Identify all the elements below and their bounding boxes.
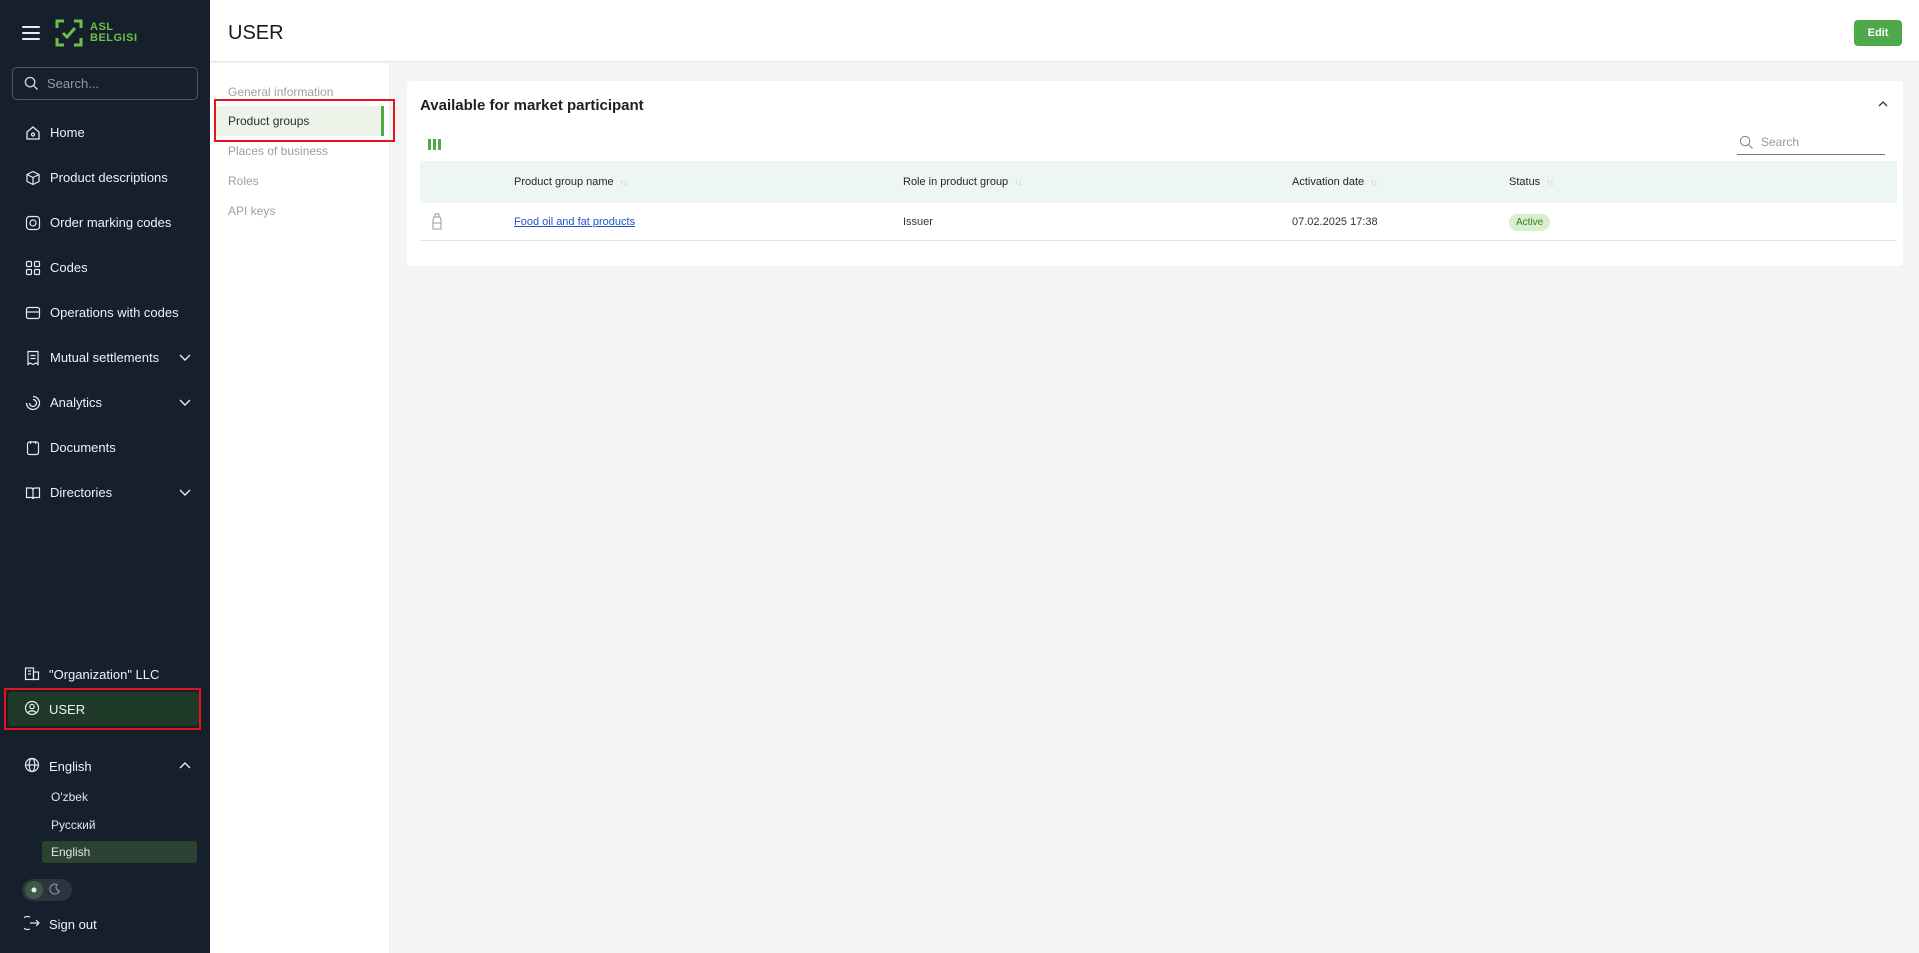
table-row[interactable]: Food oil and fat products Issuer 07.02.2… <box>420 203 1897 241</box>
sidebar-item-label: Order marking codes <box>50 215 172 230</box>
search-icon <box>1739 135 1753 149</box>
tab-places-of-business[interactable]: Places of business <box>216 136 384 166</box>
receipt-icon <box>24 349 41 366</box>
language-option-russian[interactable]: Русский <box>42 814 197 836</box>
sidebar-item-user[interactable]: USER <box>8 692 199 726</box>
column-header-role[interactable]: Role in product group ↑↓ <box>903 161 1022 203</box>
page-header: USER Edit <box>210 0 1919 62</box>
product-group-link[interactable]: Food oil and fat products <box>514 216 635 228</box>
column-header-status[interactable]: Status ↑↓ <box>1509 161 1554 203</box>
codes-icon <box>24 259 41 276</box>
sidebar-item-label: Operations with codes <box>50 305 179 320</box>
sign-out-button[interactable]: Sign out <box>0 907 210 941</box>
sidebar-item-order-marking-codes[interactable]: Order marking codes <box>0 200 210 245</box>
cell-status: Active <box>1509 203 1551 241</box>
table-header: Product group name ↑↓ Role in product gro… <box>420 161 1897 203</box>
user-icon <box>24 700 40 719</box>
sort-icon[interactable]: ↑↓ <box>620 177 628 187</box>
column-header-label: Activation date <box>1292 176 1365 188</box>
column-header-activation-date[interactable]: Activation date ↑↓ <box>1292 161 1378 203</box>
language-selector[interactable]: English <box>0 749 210 783</box>
document-icon <box>24 439 41 456</box>
sign-out-label: Sign out <box>49 916 97 932</box>
sidebar-item-label: Home <box>50 125 85 140</box>
sidebar-item-codes[interactable]: Codes <box>0 245 210 290</box>
cell-activation-date: 07.02.2025 17:38 <box>1292 216 1378 228</box>
sidebar-item-label: Analytics <box>50 395 103 410</box>
table-search-input[interactable] <box>1761 135 1879 149</box>
organization-name: "Organization" LLC <box>49 666 160 682</box>
sidebar-item-label: Documents <box>50 440 116 455</box>
tab-general-information[interactable]: General information <box>216 77 384 107</box>
sidebar-item-operations-with-codes[interactable]: Operations with codes <box>0 290 210 335</box>
box-icon <box>24 169 41 186</box>
sidebar-nav: Home Product descriptions Order marking … <box>0 110 210 515</box>
tab-api-keys[interactable]: API keys <box>216 196 384 226</box>
sidebar-item-product-descriptions[interactable]: Product descriptions <box>0 155 210 200</box>
sidebar-item-label: Codes <box>50 260 88 275</box>
sidebar: ASL BELGISI Home Product descriptions Or… <box>0 0 210 953</box>
chevron-down-icon[interactable] <box>178 485 192 499</box>
language-current: English <box>49 758 92 774</box>
tab-product-groups[interactable]: Product groups <box>216 106 384 136</box>
home-icon <box>24 124 41 141</box>
globe-icon <box>24 757 40 776</box>
qr-order-icon <box>24 214 41 231</box>
edit-button[interactable]: Edit <box>1854 20 1902 46</box>
operations-icon <box>24 304 41 321</box>
column-header-product-group-name[interactable]: Product group name ↑↓ <box>514 161 628 203</box>
column-header-label: Status <box>1509 176 1541 188</box>
column-header-label: Product group name <box>514 176 614 188</box>
card-title: Available for market participant <box>420 97 644 114</box>
moon-icon <box>49 883 61 898</box>
language-option-uzbek[interactable]: O'zbek <box>42 786 197 808</box>
cell-product-group-name: Food oil and fat products <box>514 203 635 241</box>
column-header-label: Role in product group <box>903 176 1009 188</box>
language-option-english[interactable]: English <box>42 841 197 863</box>
chevron-up-icon[interactable] <box>1877 99 1889 109</box>
chevron-up-icon[interactable] <box>178 759 192 773</box>
page-title: USER <box>228 22 284 44</box>
chevron-down-icon[interactable] <box>178 350 192 364</box>
search-icon <box>24 76 39 91</box>
logo-icon <box>55 19 83 47</box>
sidebar-item-label: Directories <box>50 485 113 500</box>
sidebar-item-label: Product descriptions <box>50 170 168 185</box>
sidebar-item-mutual-settlements[interactable]: Mutual settlements <box>0 335 210 380</box>
sidebar-search-input[interactable] <box>47 76 187 91</box>
sun-icon <box>25 881 43 899</box>
sidebar-search[interactable] <box>12 67 198 100</box>
sidebar-item-analytics[interactable]: Analytics <box>0 380 210 425</box>
sidebar-item-directories[interactable]: Directories <box>0 470 210 515</box>
table-search[interactable] <box>1737 130 1885 155</box>
sidebar-item-label: Mutual settlements <box>50 350 160 365</box>
product-groups-card: Available for market participant Product… <box>407 81 1903 266</box>
book-icon <box>24 484 41 501</box>
sidebar-item-organization[interactable]: "Organization" LLC <box>0 657 210 691</box>
tab-roles[interactable]: Roles <box>216 166 384 196</box>
sort-icon[interactable]: ↑↓ <box>1370 177 1378 187</box>
building-icon <box>24 665 40 684</box>
logo-text-line2: BELGISI <box>90 32 138 44</box>
cell-role: Issuer <box>903 216 933 228</box>
menu-icon[interactable] <box>22 26 40 40</box>
chevron-down-icon[interactable] <box>178 395 192 409</box>
user-name: USER <box>49 701 86 717</box>
sidebar-item-documents[interactable]: Documents <box>0 425 210 470</box>
oil-bottle-icon <box>430 203 444 241</box>
logo[interactable]: ASL BELGISI <box>54 18 138 48</box>
status-badge: Active <box>1509 213 1551 231</box>
sidebar-top: ASL BELGISI <box>0 0 210 66</box>
sort-icon[interactable]: ↑↓ <box>1546 177 1554 187</box>
columns-settings-icon[interactable] <box>428 139 441 150</box>
sign-out-icon <box>20 915 40 934</box>
theme-toggle[interactable] <box>22 879 72 901</box>
sidebar-item-home[interactable]: Home <box>0 110 210 155</box>
profile-subnav: General information Product groups Place… <box>210 63 390 953</box>
sort-icon[interactable]: ↑↓ <box>1014 177 1022 187</box>
analytics-icon <box>24 394 41 411</box>
